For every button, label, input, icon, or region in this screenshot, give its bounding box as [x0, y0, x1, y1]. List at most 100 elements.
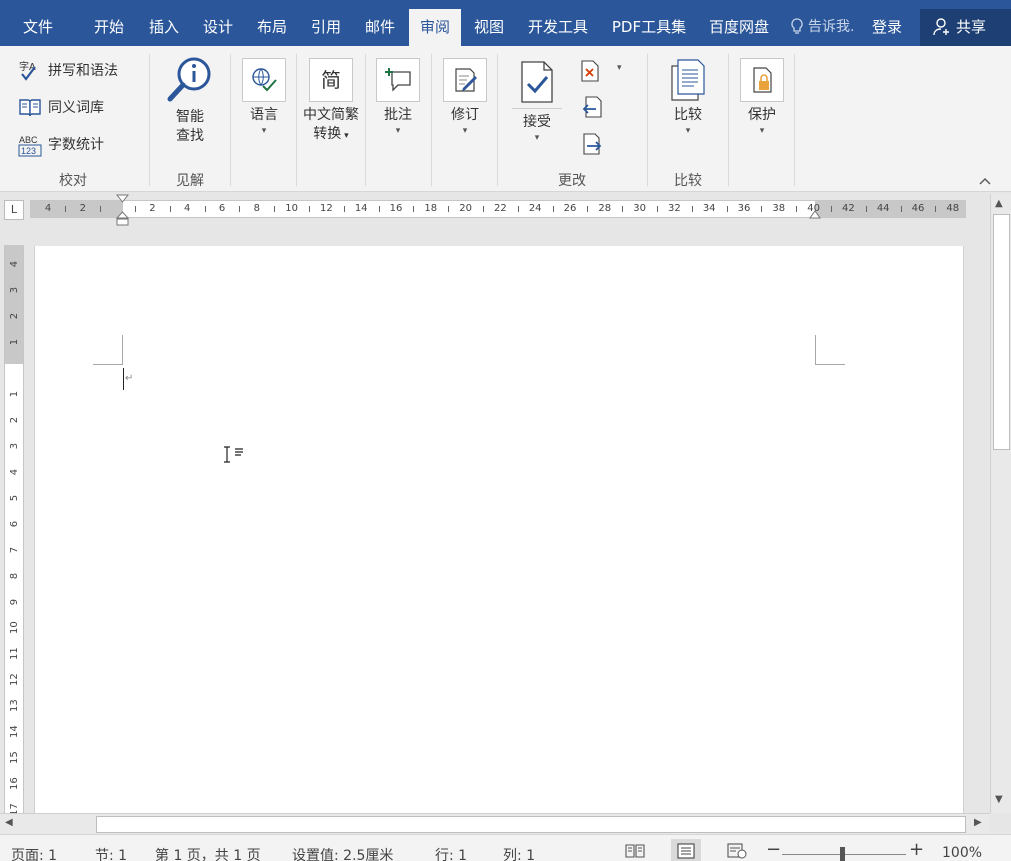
compare-button[interactable]: 比较 ▾ [662, 58, 714, 137]
vertical-scroll-thumb[interactable] [993, 214, 1010, 450]
vertical-scrollbar[interactable]: ▲ ▼ [990, 194, 1011, 813]
vertical-ruler[interactable]: 4 3 2 1 1 2 3 4 5 6 7 8 9 10 11 12 13 14 15 16 17 [4, 245, 24, 813]
ruler-number: 28 [598, 203, 612, 214]
accept-label: 接受 [523, 114, 551, 130]
reject-document-icon [581, 60, 599, 82]
tab-mailings[interactable]: 邮件 [357, 0, 403, 46]
ribbon-separator [431, 54, 432, 186]
status-page-count[interactable]: 第 1 页，共 1 页 [155, 845, 261, 861]
ruler-tick [169, 206, 171, 212]
ruler-tick [448, 206, 450, 212]
chevron-down-icon: ▾ [395, 126, 401, 136]
horizontal-scrollbar[interactable]: ◀ ▶ [0, 813, 990, 834]
horizontal-scroll-thumb[interactable] [96, 816, 966, 833]
spelling-grammar-button[interactable]: 字A 拼写和语法 [18, 58, 118, 84]
ruler-number: 16 [389, 203, 403, 214]
tab-references[interactable]: 引用 [303, 0, 349, 46]
status-page[interactable]: 页面: 1 [11, 845, 57, 861]
reject-button[interactable] [579, 59, 601, 85]
abc-123-icon: ABC 123 [18, 134, 44, 167]
ruler-tick [865, 206, 867, 212]
ruler-number: 7 [9, 546, 20, 554]
zoom-slider-thumb[interactable] [840, 847, 845, 861]
print-layout-button[interactable] [671, 839, 701, 861]
ruler-number: 34 [702, 203, 716, 214]
tab-baidu-netdisk[interactable]: 百度网盘 [704, 0, 774, 46]
lock-document-icon [740, 58, 784, 102]
tab-pdf-tools[interactable]: PDF工具集 [609, 0, 689, 46]
smart-lookup-button[interactable]: 智能 查找 [160, 54, 220, 146]
ruler-tick [483, 206, 484, 212]
status-setting[interactable]: 设置值: 2.5厘米 [292, 845, 393, 861]
first-line-indent-marker[interactable] [116, 194, 129, 228]
ruler-number: 14 [9, 725, 20, 738]
tab-file[interactable]: 文件 [14, 0, 62, 46]
ribbon-separator [149, 54, 150, 186]
collapse-ribbon-icon[interactable] [979, 174, 991, 189]
track-changes-button[interactable]: 修订 ▾ [439, 58, 491, 137]
tab-selector[interactable]: L [4, 200, 24, 220]
zoom-in-button[interactable]: + [909, 839, 924, 860]
chinese-conversion-label-1: 中文简繁 [303, 107, 359, 123]
ruler-number: 2 [9, 416, 20, 424]
accept-button[interactable]: 接受 ▾ [512, 60, 562, 144]
tell-me-search[interactable]: 告诉我. [790, 0, 854, 46]
ruler-number: 36 [737, 203, 751, 214]
protect-button[interactable]: 保护 ▾ [736, 58, 788, 137]
zoom-out-button[interactable]: − [766, 839, 781, 860]
read-mode-button[interactable] [620, 839, 650, 861]
tab-review[interactable]: 审阅 [409, 9, 461, 46]
scroll-left-icon[interactable]: ◀ [5, 817, 13, 828]
reject-dropdown-icon[interactable]: ▾ [617, 63, 622, 73]
group-label-compare: 比较 [674, 173, 702, 189]
login-link[interactable]: 登录 [872, 0, 902, 46]
scroll-up-icon[interactable]: ▲ [995, 198, 1003, 209]
spelling-check-icon: 字A [18, 60, 42, 91]
tab-insert[interactable]: 插入 [141, 0, 187, 46]
chinese-conversion-button[interactable]: 简 中文简繁 转换 ▾ [298, 58, 364, 146]
svg-text:123: 123 [21, 146, 36, 156]
word-count-button[interactable]: ABC 123 字数统计 [18, 132, 104, 158]
document-page[interactable] [34, 246, 964, 813]
scroll-down-icon[interactable]: ▼ [995, 794, 1003, 805]
ruler-number: 26 [563, 203, 577, 214]
tab-design[interactable]: 设计 [195, 0, 241, 46]
previous-change-button[interactable] [581, 95, 603, 121]
language-button[interactable]: 语言 ▾ [238, 58, 290, 137]
tab-view[interactable]: 视图 [466, 0, 512, 46]
next-change-button[interactable] [581, 132, 603, 158]
tab-developer[interactable]: 开发工具 [524, 0, 592, 46]
ruler-number: 9 [9, 598, 20, 606]
right-indent-marker[interactable] [809, 210, 821, 220]
ruler-number: 12 [320, 203, 333, 214]
horizontal-ruler[interactable]: 4 2 2 4 6 8 10 12 14 16 18 20 22 24 26 28 30 32 34 36 38 40 42… [30, 200, 966, 218]
crop-mark [122, 335, 123, 364]
zoom-level[interactable]: 100% [942, 845, 982, 861]
status-section[interactable]: 节: 1 [95, 845, 127, 861]
word-count-label: 字数统计 [48, 137, 104, 153]
compare-label: 比较 [674, 107, 702, 123]
chevron-down-icon: ▾ [534, 133, 540, 143]
new-comment-icon [376, 58, 420, 102]
share-button[interactable]: 共享 [920, 9, 1011, 46]
status-column[interactable]: 列: 1 [503, 845, 535, 861]
ribbon-separator [647, 54, 648, 186]
tab-layout[interactable]: 布局 [249, 0, 295, 46]
web-layout-button[interactable] [722, 839, 752, 861]
ruler-number: 38 [772, 203, 786, 214]
status-row[interactable]: 行: 1 [435, 845, 467, 861]
thesaurus-button[interactable]: 同义词库 [18, 95, 104, 121]
tab-home[interactable]: 开始 [86, 0, 132, 46]
ruler-tick [831, 206, 832, 212]
comments-button[interactable]: 批注 ▾ [372, 58, 424, 137]
ruler-number: 8 [9, 572, 20, 580]
smart-lookup-label-1: 智能 [176, 109, 204, 125]
language-label: 语言 [250, 107, 278, 123]
ruler-number: 22 [494, 203, 507, 214]
ruler-number: 4 [9, 468, 20, 476]
ruler-tick [622, 206, 624, 212]
chinese-conversion-label-row: 转换 ▾ [298, 125, 364, 146]
ruler-number: 20 [459, 203, 472, 214]
scroll-right-icon[interactable]: ▶ [974, 817, 982, 828]
ribbon-separator [296, 54, 297, 186]
